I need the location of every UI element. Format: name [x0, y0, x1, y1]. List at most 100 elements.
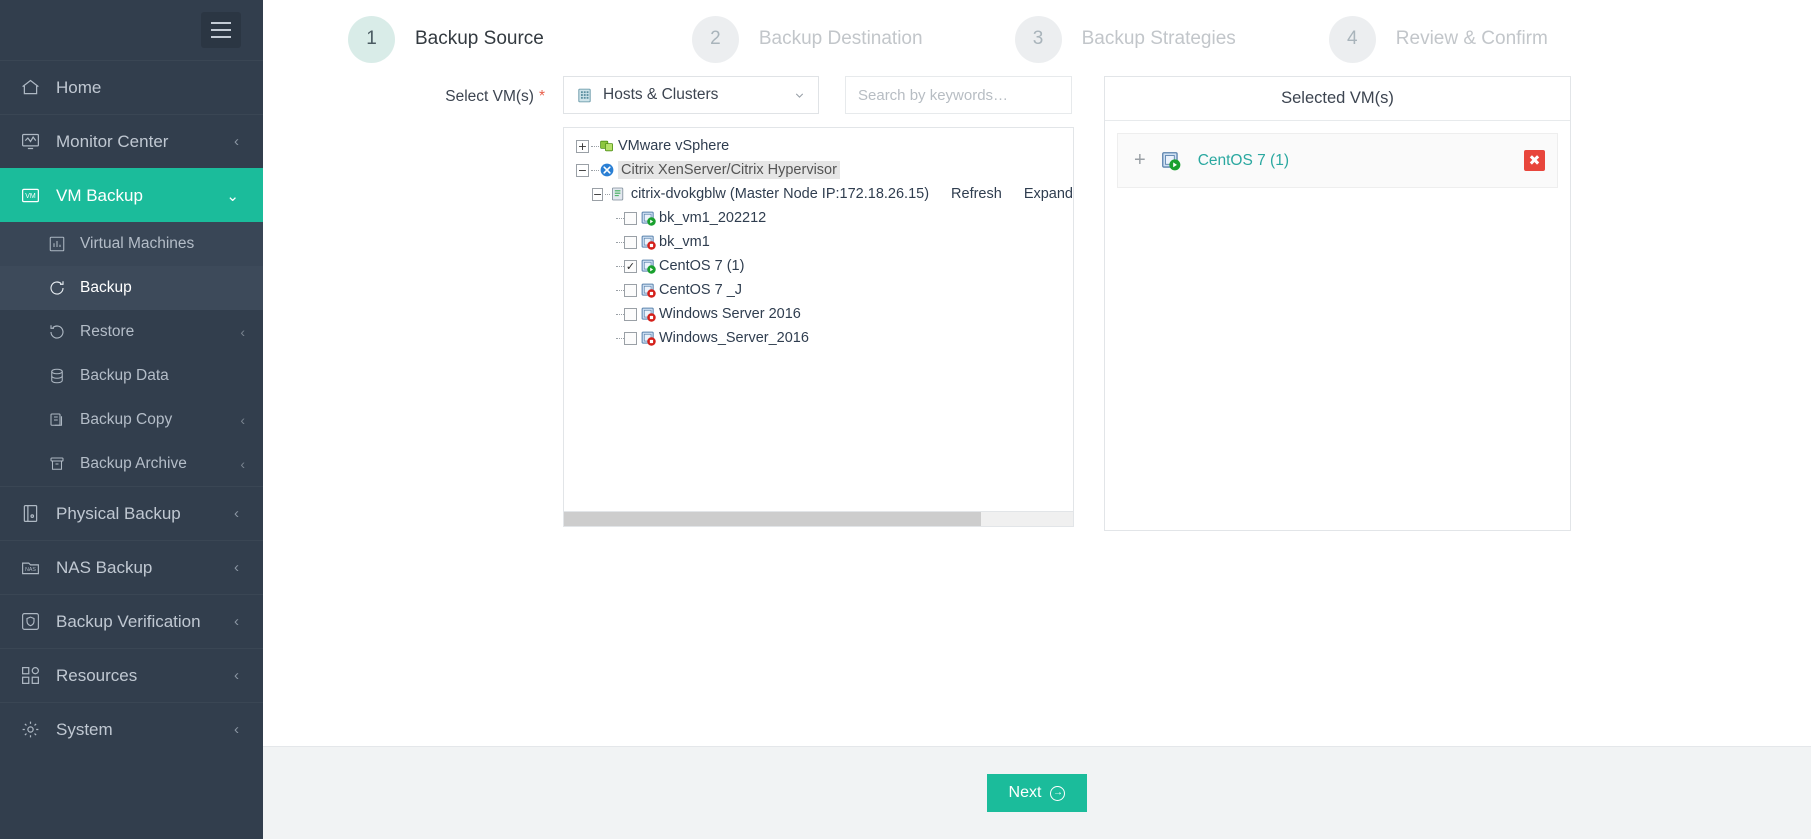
- sidebar-item-nas-backup[interactable]: NAS NAS Backup ‹: [0, 540, 263, 594]
- vm-checkbox[interactable]: [624, 283, 637, 297]
- hamburger-icon[interactable]: [201, 12, 241, 48]
- expand-plus-icon[interactable]: +: [576, 139, 589, 153]
- sidebar-item-monitor-center[interactable]: Monitor Center ‹: [0, 114, 263, 168]
- vm-checkbox[interactable]: [624, 211, 637, 225]
- collapse-minus-icon[interactable]: −: [576, 163, 589, 177]
- refresh-link[interactable]: Refresh: [951, 186, 1002, 202]
- sidebar-item-label: Resources: [56, 665, 138, 685]
- sidebar-sub-label: Backup Archive: [80, 455, 187, 472]
- vsphere-icon: [599, 138, 615, 154]
- tree-node-label: bk_vm1: [659, 234, 710, 250]
- vm-stopped-icon: [640, 282, 657, 299]
- app-root: Home Monitor Center ‹ VM VM Backup ⌄ Vir…: [0, 0, 1811, 839]
- selected-vms-title: Selected VM(s): [1105, 77, 1570, 121]
- chevron-down-icon: ⌄: [226, 187, 239, 205]
- chevron-left-icon: ‹: [234, 613, 239, 630]
- step-number: 3: [1014, 15, 1062, 63]
- search-input[interactable]: [845, 76, 1072, 114]
- sidebar-item-label: Monitor Center: [56, 131, 169, 151]
- tree-node-vm[interactable]: Windows Server 2016: [576, 302, 1073, 326]
- tree-horizontal-scrollbar[interactable]: [564, 511, 1073, 526]
- sidebar-sub-label: Backup Copy: [80, 411, 173, 428]
- wizard-step-1[interactable]: 1 Backup Source: [348, 15, 544, 63]
- sidebar-item-restore[interactable]: Restore ‹: [0, 310, 263, 354]
- gear-icon: [20, 719, 50, 740]
- vm-running-icon: [1160, 150, 1182, 172]
- collapse-minus-icon[interactable]: −: [592, 187, 604, 201]
- plus-icon[interactable]: +: [1134, 149, 1146, 172]
- tree-node-label: citrix-dvokgblw (Master Node IP:172.18.2…: [630, 186, 930, 202]
- vm-checkbox[interactable]: [624, 307, 637, 321]
- tree-node-label: Windows Server 2016: [659, 306, 801, 322]
- vm-running-icon: [640, 258, 657, 275]
- step-number: 1: [348, 15, 395, 63]
- selected-vm-row[interactable]: + CentOS 7 (1) ✖: [1117, 133, 1558, 188]
- tree-node-label: CentOS 7 _J: [659, 282, 743, 298]
- close-icon[interactable]: ✖: [1524, 150, 1545, 171]
- vm-icon: VM: [20, 185, 50, 206]
- chevron-left-icon: ‹: [234, 505, 239, 522]
- chevron-left-icon: ‹: [240, 324, 245, 340]
- sidebar-item-system[interactable]: System ‹: [0, 702, 263, 756]
- step-number: 4: [1328, 15, 1376, 63]
- vm-checkbox[interactable]: [624, 331, 637, 345]
- sidebar-item-resources[interactable]: Resources ‹: [0, 648, 263, 702]
- arrow-right-icon: →: [1050, 785, 1066, 801]
- wizard-step-3[interactable]: 3 Backup Strategies: [1014, 15, 1236, 63]
- sidebar-sub-label: Virtual Machines: [80, 235, 195, 252]
- tree-actions: Refresh Expand: [951, 186, 1073, 202]
- tree-node-citrix-xenserver[interactable]: − Citrix XenServer/Citrix Hypervisor: [576, 158, 1073, 182]
- tree-column: Hosts & Clusters +: [563, 76, 1090, 527]
- chevron-left-icon: ‹: [240, 456, 245, 472]
- home-icon: [20, 77, 50, 98]
- sidebar-item-home[interactable]: Home: [0, 60, 263, 114]
- sidebar-item-label: NAS Backup: [56, 557, 153, 577]
- chevron-left-icon: ‹: [234, 721, 239, 738]
- vm-checkbox[interactable]: ✓: [624, 259, 637, 273]
- sidebar-item-backup-data[interactable]: Backup Data: [0, 354, 263, 398]
- vm-running-icon: [640, 210, 657, 227]
- tree-node-vmware-vsphere[interactable]: + VMware vSphere: [576, 134, 1073, 158]
- sidebar-item-physical-backup[interactable]: Physical Backup ‹: [0, 486, 263, 540]
- shield-check-icon: [20, 611, 50, 632]
- tree-node-vm[interactable]: Windows_Server_2016: [576, 326, 1073, 350]
- wizard-step-4[interactable]: 4 Review & Confirm: [1328, 15, 1548, 63]
- main-content: 1 Backup Source 2 Backup Destination 3 B…: [263, 0, 1811, 839]
- sidebar-item-backup-verification[interactable]: Backup Verification ‹: [0, 594, 263, 648]
- source-type-value: Hosts & Clusters: [603, 86, 719, 103]
- server-icon: [20, 503, 50, 524]
- citrix-icon: [599, 162, 615, 178]
- selected-vms-panel: Selected VM(s) + CentOS 7 (1) ✖: [1104, 76, 1571, 531]
- tree-connector: [591, 145, 599, 147]
- vm-checkbox[interactable]: [624, 235, 637, 249]
- tree-node-vm[interactable]: bk_vm1_202212: [576, 206, 1073, 230]
- tree-node-label: Citrix XenServer/Citrix Hypervisor: [618, 161, 840, 179]
- wizard-step-2[interactable]: 2 Backup Destination: [691, 15, 923, 63]
- chevron-down-icon: [793, 89, 806, 102]
- tree-node-vm[interactable]: CentOS 7 _J: [576, 278, 1073, 302]
- sidebar-sub-label: Restore: [80, 323, 135, 340]
- sidebar-item-backup[interactable]: Backup: [0, 266, 263, 310]
- source-type-select[interactable]: Hosts & Clusters: [563, 76, 819, 114]
- database-icon: [48, 367, 76, 385]
- host-icon: [610, 186, 626, 202]
- tree-node-citrix-host[interactable]: − citrix-dvokgblw (Master Node IP:172.18…: [576, 182, 1073, 206]
- sidebar-item-label: VM Backup: [56, 185, 143, 205]
- wizard-steps: 1 Backup Source 2 Backup Destination 3 B…: [263, 0, 1811, 76]
- expand-link[interactable]: Expand: [1024, 186, 1073, 202]
- select-vms-label: Select VM(s) *: [263, 76, 563, 106]
- chevron-left-icon: ‹: [240, 412, 245, 428]
- sidebar-item-backup-copy[interactable]: Backup Copy ‹: [0, 398, 263, 442]
- sidebar-item-virtual-machines[interactable]: Virtual Machines: [0, 222, 263, 266]
- next-button[interactable]: Next →: [986, 774, 1088, 812]
- vm-stopped-icon: [640, 234, 657, 251]
- sidebar-sub-label: Backup Data: [80, 367, 169, 384]
- tree-node-vm[interactable]: ✓ CentOS 7 (1): [576, 254, 1073, 278]
- sidebar-item-backup-archive[interactable]: Backup Archive ‹: [0, 442, 263, 486]
- sidebar-item-vm-backup[interactable]: VM VM Backup ⌄: [0, 168, 263, 222]
- scrollbar-thumb[interactable]: [564, 512, 982, 526]
- sidebar-sub-label: Backup: [80, 279, 132, 296]
- step-label: Backup Destination: [758, 28, 923, 49]
- tree-node-vm[interactable]: bk_vm1: [576, 230, 1073, 254]
- archive-icon: [48, 455, 76, 473]
